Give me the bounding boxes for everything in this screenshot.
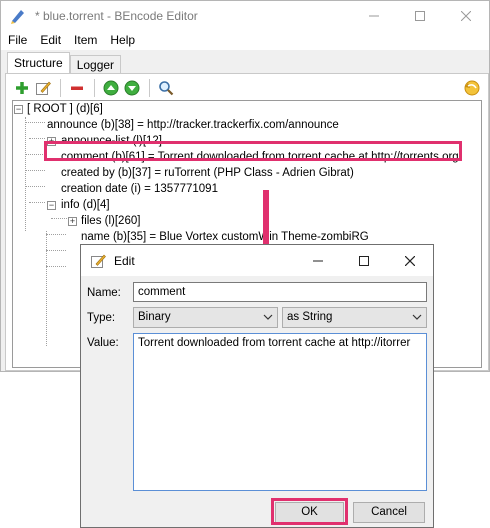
minimize-button[interactable] [351, 1, 397, 30]
name-input[interactable]: comment [133, 282, 427, 302]
maximize-icon [359, 255, 369, 266]
type-select-value: Binary [138, 311, 171, 323]
remove-button[interactable] [67, 78, 87, 98]
move-down-button[interactable] [122, 78, 142, 98]
tree-node-announce[interactable]: announce (b)[38] = http://tracker.tracke… [47, 117, 339, 133]
tree-node-name[interactable]: name (b)[35] = Blue Vortex customWin The… [81, 229, 369, 245]
window-title: * blue.torrent - BEncode Editor [35, 8, 198, 23]
move-up-icon [103, 80, 119, 96]
edit-button[interactable] [33, 78, 53, 98]
format-select[interactable]: as String [282, 307, 427, 328]
dialog-close-button[interactable] [387, 245, 433, 276]
tab-strip: Structure Logger [7, 52, 122, 74]
tree-guide [29, 138, 45, 139]
search-icon [159, 81, 174, 96]
value-textarea[interactable]: Torrent downloaded from torrent cache at… [133, 333, 427, 491]
menu-bar: File Edit Item Help [1, 30, 489, 50]
close-icon [405, 255, 415, 266]
close-icon [461, 10, 471, 21]
tree-guide [25, 117, 26, 231]
remove-icon [71, 86, 83, 90]
collapse-toggle[interactable]: − [14, 105, 23, 114]
tab-logger[interactable]: Logger [69, 55, 122, 74]
tree-guide [51, 218, 67, 219]
tree-guide [46, 231, 47, 346]
tree-guide [46, 250, 66, 251]
edit-icon [91, 254, 106, 268]
tree-node-info[interactable]: info (d)[4] [61, 197, 110, 213]
chevron-down-icon [263, 314, 273, 320]
toolbar [12, 77, 177, 99]
dialog-title: Edit [114, 253, 135, 268]
add-button[interactable] [12, 78, 32, 98]
type-select[interactable]: Binary [133, 307, 278, 328]
move-up-button[interactable] [101, 78, 121, 98]
collapse-toggle[interactable]: − [47, 201, 56, 210]
menu-file[interactable]: File [1, 33, 33, 47]
tree-node-root[interactable]: [ ROOT ] (d)[6] [27, 101, 103, 117]
menu-edit[interactable]: Edit [33, 33, 67, 47]
dialog-title-bar[interactable]: Edit [81, 245, 433, 276]
undo-icon [464, 80, 480, 96]
add-icon [16, 82, 28, 94]
maximize-icon [415, 10, 425, 21]
tree-guide [25, 154, 45, 155]
tree-guide [29, 202, 45, 203]
title-bar[interactable]: * blue.torrent - BEncode Editor [1, 1, 489, 30]
tree-guide [25, 122, 45, 123]
tree-node-creation-date[interactable]: creation date (i) = 1357771091 [61, 181, 218, 197]
app-icon [11, 9, 24, 24]
tree-guide [25, 186, 45, 187]
move-down-icon [124, 80, 140, 96]
search-button[interactable] [156, 78, 176, 98]
chevron-down-icon [412, 314, 422, 320]
cancel-button[interactable]: Cancel [353, 502, 425, 523]
tree-guide [25, 170, 45, 171]
tab-structure[interactable]: Structure [7, 52, 70, 74]
menu-item[interactable]: Item [67, 33, 103, 47]
expand-toggle[interactable]: + [68, 217, 77, 226]
close-button[interactable] [443, 1, 489, 30]
maximize-button[interactable] [397, 1, 443, 30]
minimize-icon [313, 260, 323, 261]
tree-guide [46, 234, 66, 235]
value-label: Value: [87, 337, 119, 349]
edit-icon [36, 81, 51, 95]
toolbar-separator [149, 79, 150, 97]
undo-button[interactable] [462, 77, 482, 100]
menu-help[interactable]: Help [103, 33, 141, 47]
name-label: Name: [87, 287, 121, 299]
format-select-value: as String [287, 311, 333, 323]
tree-node-created-by[interactable]: created by (b)[37] = ruTorrent (PHP Clas… [61, 165, 354, 181]
tree-node-files[interactable]: files (l)[260] [81, 213, 140, 229]
edit-dialog: Edit Name: comment Type: Binary as Strin… [80, 244, 434, 528]
minimize-icon [369, 15, 379, 16]
comment-row-highlight [44, 141, 462, 161]
dialog-minimize-button[interactable] [295, 245, 341, 276]
toolbar-separator [60, 79, 61, 97]
tree-guide [46, 266, 66, 267]
ok-button-highlight [271, 498, 348, 525]
toolbar-separator [94, 79, 95, 97]
type-label: Type: [87, 312, 116, 324]
dialog-maximize-button[interactable] [341, 245, 387, 276]
